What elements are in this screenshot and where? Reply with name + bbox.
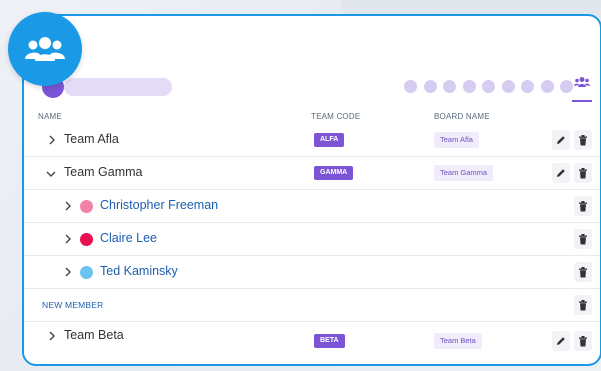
new-member-row: NEW MEMBER bbox=[24, 289, 600, 322]
pencil-icon bbox=[557, 136, 565, 144]
team-code-badge: ALFA bbox=[314, 133, 345, 147]
chevron-right-icon[interactable] bbox=[47, 331, 57, 341]
delete-button[interactable] bbox=[574, 196, 592, 216]
team-code-badge: BETA bbox=[314, 334, 345, 348]
trash-icon bbox=[579, 266, 587, 277]
trash-icon bbox=[579, 200, 587, 211]
table-row[interactable]: Team Gamma GAMMA Team Gamma bbox=[24, 157, 600, 190]
delete-button[interactable] bbox=[574, 295, 592, 315]
trash-icon bbox=[579, 299, 587, 310]
edit-button[interactable] bbox=[552, 331, 570, 351]
board-name-tag: Team Gamma bbox=[434, 165, 494, 181]
indicator-dot[interactable] bbox=[540, 80, 554, 93]
trash-icon bbox=[579, 233, 587, 244]
column-header-board-name[interactable]: BOARD NAME bbox=[434, 112, 490, 121]
new-member-link[interactable]: NEW MEMBER bbox=[42, 300, 104, 310]
indicator-dot[interactable] bbox=[482, 80, 495, 93]
table-row[interactable]: Team Afla ALFA Team Afla bbox=[24, 124, 600, 157]
delete-button[interactable] bbox=[574, 229, 592, 249]
team-icon[interactable] bbox=[572, 76, 592, 102]
delete-button[interactable] bbox=[574, 130, 592, 150]
board-name-tag: Team Beta bbox=[434, 333, 482, 349]
chevron-down-icon[interactable] bbox=[46, 169, 56, 179]
toolbar-indicators bbox=[404, 80, 573, 93]
member-name[interactable]: Ted Kaminsky bbox=[100, 264, 178, 278]
edit-button[interactable] bbox=[552, 130, 570, 150]
board-name-tag: Team Afla bbox=[434, 132, 479, 148]
delete-button[interactable] bbox=[574, 331, 592, 351]
toolbar bbox=[42, 74, 600, 104]
table-row[interactable]: Team Beta BETA Team Beta bbox=[24, 322, 600, 356]
member-color-dot bbox=[80, 266, 93, 279]
pencil-icon bbox=[557, 169, 565, 177]
chevron-right-icon[interactable] bbox=[63, 234, 73, 244]
team-name: Team Beta bbox=[64, 328, 124, 342]
member-name[interactable]: Christopher Freeman bbox=[100, 198, 218, 212]
trash-icon bbox=[579, 167, 587, 178]
member-row[interactable]: Claire Lee bbox=[24, 223, 600, 256]
team-name: Team Gamma bbox=[64, 165, 143, 179]
trash-icon bbox=[579, 335, 587, 346]
member-color-dot bbox=[80, 233, 93, 246]
delete-button[interactable] bbox=[574, 262, 592, 282]
teams-card: NAME TEAM CODE BOARD NAME Team Afla ALFA… bbox=[22, 14, 601, 366]
indicator-dot[interactable] bbox=[404, 80, 417, 93]
users-group-icon bbox=[8, 12, 82, 86]
chevron-right-icon[interactable] bbox=[47, 135, 57, 145]
team-name: Team Afla bbox=[64, 132, 119, 146]
indicator-dot[interactable] bbox=[443, 80, 456, 93]
chevron-right-icon[interactable] bbox=[63, 267, 73, 277]
column-header-team-code[interactable]: TEAM CODE bbox=[311, 112, 360, 121]
search-input[interactable] bbox=[64, 78, 172, 96]
member-row[interactable]: Christopher Freeman bbox=[24, 190, 600, 223]
pencil-icon bbox=[557, 337, 565, 345]
member-name[interactable]: Claire Lee bbox=[100, 231, 157, 245]
member-row[interactable]: Ted Kaminsky bbox=[24, 256, 600, 289]
team-code-badge: GAMMA bbox=[314, 166, 354, 180]
member-color-dot bbox=[80, 200, 93, 213]
indicator-dot[interactable] bbox=[423, 80, 437, 93]
indicator-dot[interactable] bbox=[501, 80, 515, 93]
chevron-right-icon[interactable] bbox=[63, 201, 73, 211]
edit-button[interactable] bbox=[552, 163, 570, 183]
trash-icon bbox=[579, 134, 587, 145]
delete-button[interactable] bbox=[574, 163, 592, 183]
column-header-name[interactable]: NAME bbox=[38, 112, 62, 121]
indicator-dot[interactable] bbox=[462, 80, 476, 93]
indicator-dot[interactable] bbox=[521, 80, 534, 93]
